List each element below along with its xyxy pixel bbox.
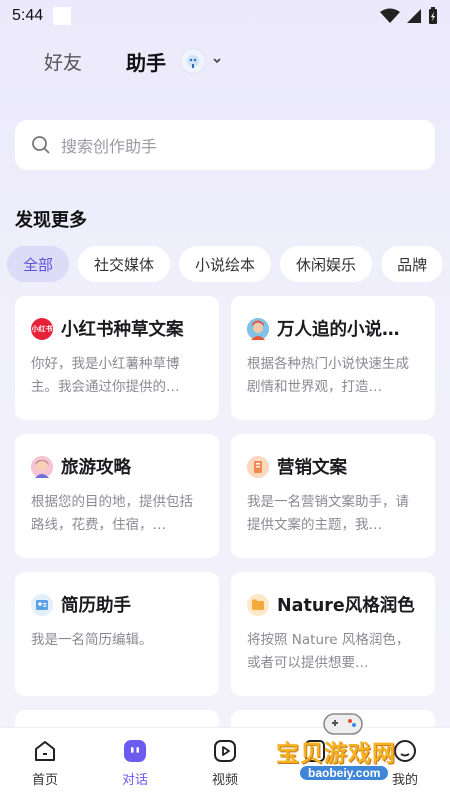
nav-label: 对话	[121, 773, 148, 788]
chat-icon	[124, 740, 146, 762]
chip-leisure[interactable]: 休闲娱乐	[280, 246, 373, 282]
card-title: 旅游攻略	[61, 458, 131, 478]
tab-assistant[interactable]: 助手	[126, 47, 166, 76]
chip-social-media[interactable]: 社交媒体	[78, 246, 171, 282]
card-description: 我是一名简历编辑。	[31, 632, 153, 648]
watermark: 宝贝游戏网 baobeiy.com	[272, 706, 422, 796]
chip-brand[interactable]: 品牌	[381, 246, 444, 282]
watermark-url: baobeiy.com	[300, 766, 389, 780]
card-description: 我是一名营销文案助手，请提供文案的主题，我…	[247, 494, 409, 533]
travel-avatar-icon	[31, 455, 53, 478]
assistant-card[interactable]: 简历助手 我是一名简历编辑。	[15, 572, 219, 696]
chip-all[interactable]: 全部	[7, 246, 70, 282]
assistant-card[interactable]: 小红书 小红书种草文案 你好，我是小红薯种草博主。我会通过你提供的…	[15, 296, 219, 420]
nav-label: 首页	[31, 773, 58, 788]
assistant-cards: 小红书 小红书种草文案 你好，我是小红薯种草博主。我会通过你提供的… 万人追的小…	[15, 296, 435, 696]
nav-label: 视频	[211, 773, 238, 788]
card-title: 万人追的小说…	[277, 320, 400, 340]
search-input[interactable]: 搜索创作助手	[61, 133, 157, 157]
signal-icon	[407, 9, 421, 23]
nav-chat[interactable]: 对话	[100, 738, 170, 788]
card-description: 将按照 Nature 风格润色，或者可以提供想要…	[247, 632, 410, 671]
category-chips: 全部 社交媒体 小说绘本 休闲娱乐 品牌	[7, 246, 450, 282]
status-icons	[380, 7, 438, 25]
notification-icon	[53, 7, 72, 25]
marketing-icon	[247, 455, 269, 478]
chevron-down-icon[interactable]	[212, 56, 222, 66]
xiaohongshu-icon: 小红书	[31, 317, 53, 340]
search-box[interactable]: 搜索创作助手	[15, 120, 435, 170]
home-icon	[35, 741, 55, 761]
watermark-text: 宝贝游戏网	[276, 741, 396, 767]
tab-friends[interactable]: 好友	[44, 48, 82, 75]
card-title: 小红书种草文案	[61, 320, 184, 340]
assistant-card[interactable]: Nature风格润色 将按照 Nature 风格润色，或者可以提供想要…	[231, 572, 435, 696]
card-title: 营销文案	[277, 458, 347, 478]
status-time: 5:44	[12, 7, 44, 24]
search-icon	[32, 136, 50, 154]
section-title: 发现更多	[15, 210, 87, 231]
card-title: Nature风格润色	[277, 596, 415, 616]
card-description: 你好，我是小红薯种草博主。我会通过你提供的…	[31, 356, 180, 395]
header-tabs: 好友 助手	[0, 44, 450, 78]
chip-novel[interactable]: 小说绘本	[179, 246, 272, 282]
nature-icon	[247, 593, 269, 616]
nav-video[interactable]: 视频	[190, 738, 260, 788]
assistant-card[interactable]: 旅游攻略 根据您的目的地，提供包括路线，花费，住宿，…	[15, 434, 219, 558]
video-icon	[214, 740, 236, 762]
novel-avatar-icon	[247, 317, 269, 340]
nav-home[interactable]: 首页	[10, 738, 80, 788]
battery-icon	[429, 7, 437, 24]
wifi-icon	[380, 8, 400, 23]
card-description: 根据各种热门小说快速生成剧情和世界观，打造…	[247, 356, 409, 395]
card-description: 根据您的目的地，提供包括路线，花费，住宿，…	[31, 494, 193, 533]
assistant-robot-icon	[187, 55, 200, 68]
status-bar: 5:44	[0, 0, 450, 32]
assistant-card[interactable]: 营销文案 我是一名营销文案助手，请提供文案的主题，我…	[231, 434, 435, 558]
card-title: 简历助手	[61, 596, 131, 616]
assistant-avatar[interactable]	[180, 48, 207, 74]
resume-icon	[31, 593, 53, 616]
assistant-card[interactable]: 万人追的小说… 根据各种热门小说快速生成剧情和世界观，打造…	[231, 296, 435, 420]
